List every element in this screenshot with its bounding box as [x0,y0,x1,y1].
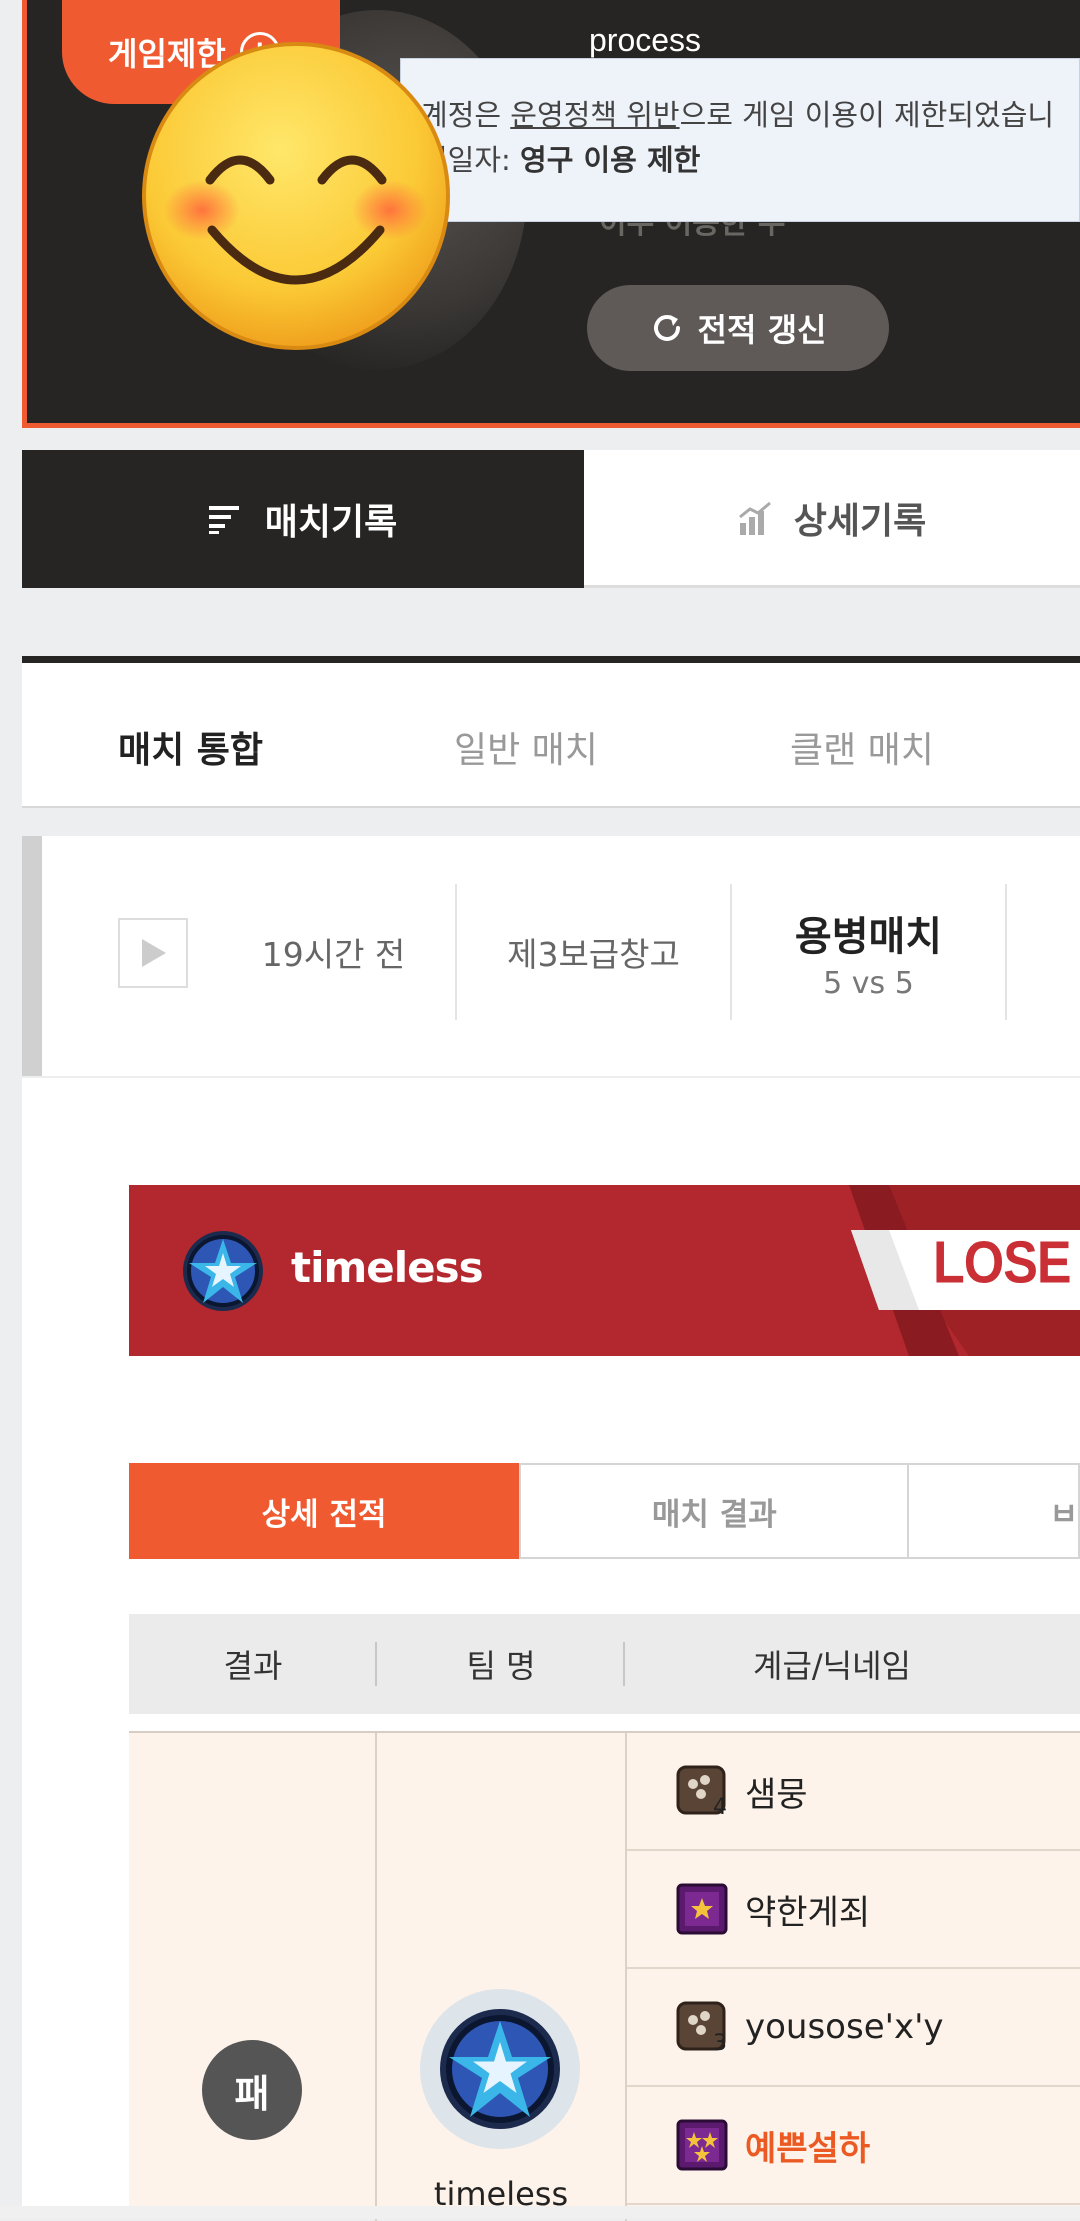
play-icon [142,939,166,967]
header-rank-nickname: 계급/닉네임 [753,1647,911,1685]
username: process [589,22,702,58]
tab-clan-matches[interactable]: 클랜 매치 [790,721,934,773]
tab-match-result[interactable]: 매치 결과 [519,1463,910,1559]
bar-chart-icon [738,501,771,535]
column-divider [375,1733,377,2221]
detail-tabs: 상세 전적 매치 결과 ㅂ [129,1463,1080,1559]
player-name: 약한게죄 [745,1892,871,1933]
notice-date-value: 영구 이용 제한 [520,143,701,177]
table-header: 결과 팀 명 계급/닉네임 [129,1614,1080,1714]
rank-icon: 4 [676,1765,727,1818]
match-map-cell: 제3보급창고 [457,884,732,1020]
refresh-record-button[interactable]: 전적 갱신 [587,285,889,371]
tab-match-history[interactable]: 매치기록 [22,450,584,588]
team-emblem-large [420,1989,580,2149]
team-result-banner: timeless LOSE [129,1185,1080,1356]
header-result: 결과 [223,1647,283,1685]
rank-icon: 3 [676,2001,727,2054]
player-row-highlighted[interactable]: 예쁜설하 [627,2087,1080,2205]
notice-line-1: 계정은 운영정책 위반으로 게임 이용이 제한되었습니 [421,93,1079,138]
rank-number: 4 [713,1795,727,1818]
match-time: 19시간 전 [261,935,406,974]
rank-icon [676,2119,728,2171]
player-name: 예쁜설하 [745,2128,871,2169]
restriction-notice: 계정은 운영정책 위반으로 게임 이용이 제한되었습니 정일자: 영구 이용 제… [400,58,1080,222]
match-time-cell: 19시간 전 [212,884,457,1020]
player-name: 샘뭉 [745,1774,808,1815]
refresh-label: 전적 갱신 [697,311,827,349]
main-tabs: 매치기록 상세기록 [22,450,1080,588]
player-row[interactable]: 3 yousose'x'y [627,1969,1080,2087]
match-result-label: LOSE [933,1229,1072,1297]
list-icon [208,506,239,534]
team-emblem-icon [183,1231,263,1311]
tab-detail-stats[interactable]: 상세 전적 [129,1463,520,1559]
refresh-icon [653,315,680,341]
notice-suffix: 으로 게임 이용이 제한되었습니 [679,98,1055,132]
tab-detail-history-label: 상세기록 [793,500,927,542]
smiley-emoji [142,42,450,350]
tab-all-matches[interactable]: 매치 통합 [118,721,263,773]
team-emblem-icon [440,2009,560,2129]
rank-number: 3 [713,2031,727,2054]
tab-match-history-label: 매치기록 [264,502,398,543]
tab-third[interactable]: ㅂ [909,1463,1080,1559]
play-button[interactable] [118,918,188,988]
result-badge: 패 [202,2040,302,2140]
player-row[interactable]: 4 샘뭉 [627,1733,1080,1851]
policy-link[interactable]: 운영정책 위반 [510,98,679,132]
notice-line-2: 정일자: 영구 이용 제한 [421,138,1079,183]
tab-detail-history[interactable]: 상세기록 [584,450,1080,588]
player-row[interactable]: 약한게죄 [627,1851,1080,1969]
team-name: timeless [291,1243,484,1292]
header-team-name: 팀 명 [466,1647,536,1685]
player-name: yousose'x'y [745,2007,944,2047]
header-divider [623,1642,625,1686]
match-map: 제3보급창고 [507,935,680,974]
tab-normal-matches[interactable]: 일반 매치 [454,721,598,773]
match-mode: 용병매치 [794,913,943,960]
bottom-bar [0,2206,1080,2219]
match-mode-cell: 용병매치 5 vs 5 [732,884,1007,1020]
team-table-body: 패 timeless 4 샘뭉 약한게죄 3 yousose'x'y 예쁜설하 [129,1731,1080,2221]
match-format: 5 vs 5 [823,965,914,1001]
rank-icon [676,1883,728,1935]
match-type-tabs: 매치 통합 일반 매치 클랜 매치 [22,656,1080,808]
match-row[interactable]: 19시간 전 제3보급창고 용병매치 5 vs 5 [22,836,1080,1076]
